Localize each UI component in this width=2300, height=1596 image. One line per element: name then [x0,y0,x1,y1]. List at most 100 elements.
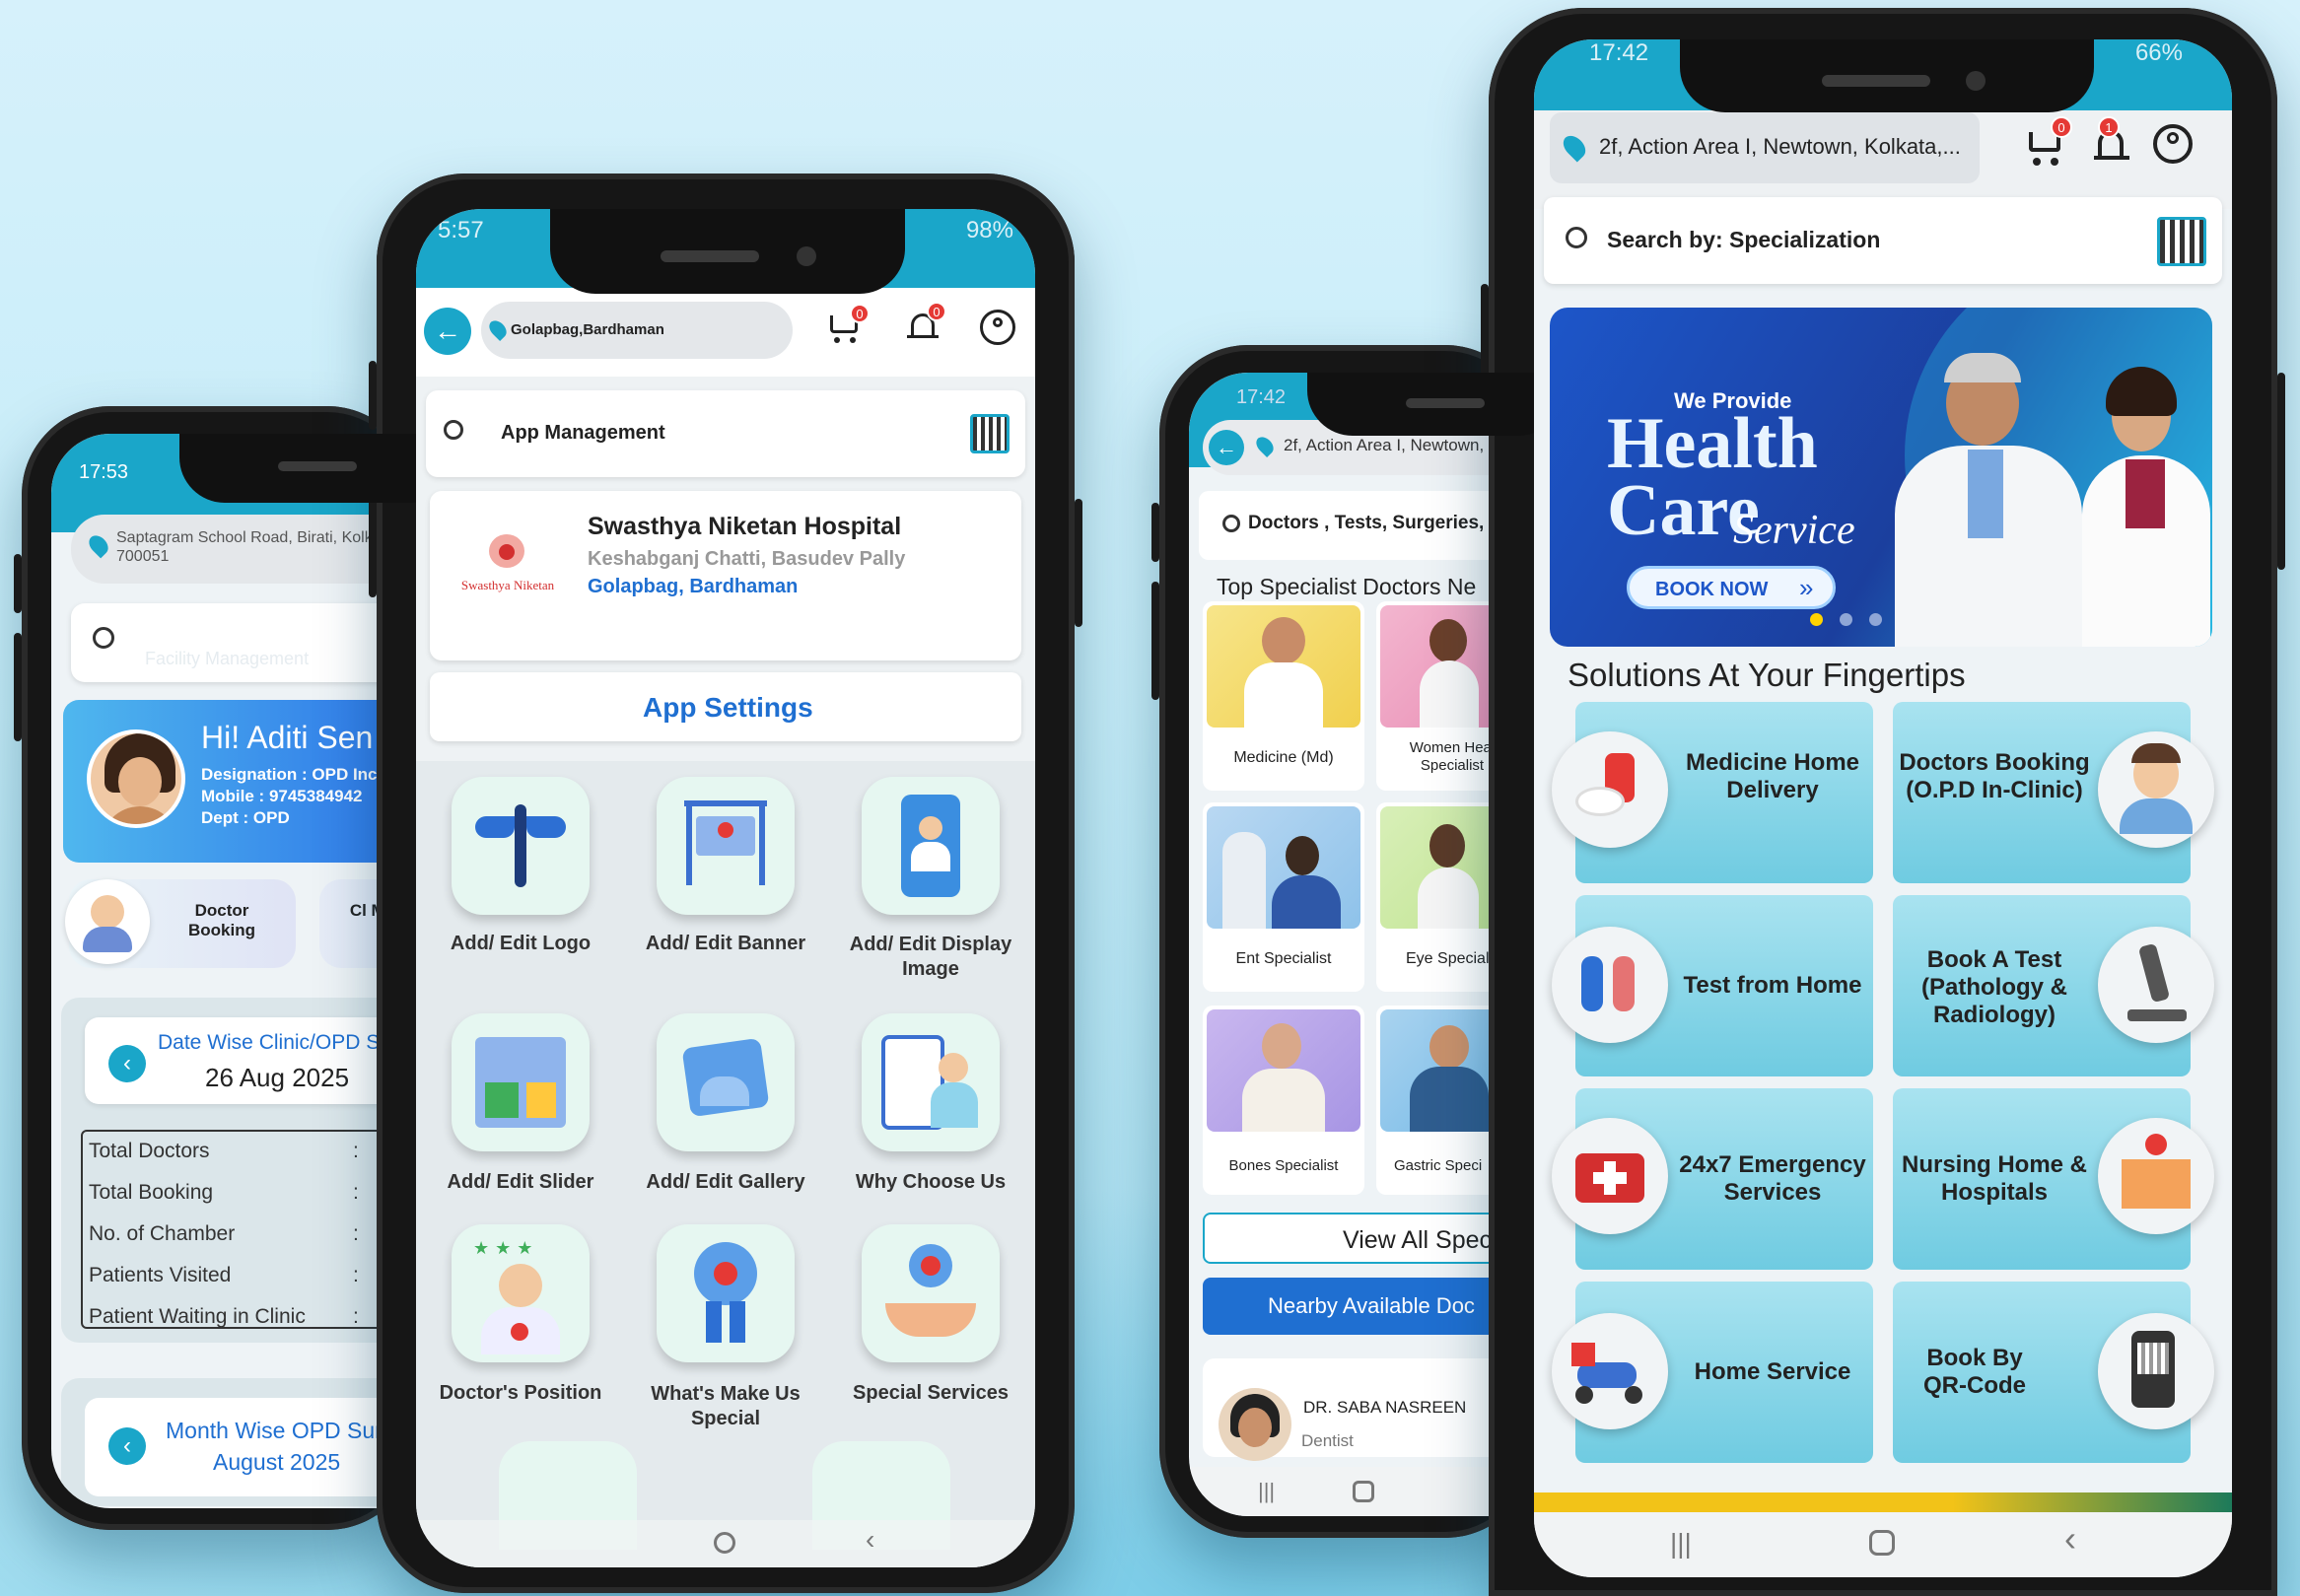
search-box[interactable]: Search by: Specialization [1544,197,2222,284]
screen: 5:57 98% ← Golapbag,Bardhaman 0 0 App Ma… [416,209,1035,1567]
back-arrow-icon[interactable]: ← [1209,430,1244,465]
app-settings-button[interactable]: App Settings [430,672,1021,741]
location-text: Saptagram School Road, Birati, Kolkata 7… [116,529,394,565]
doctor-photo [1207,605,1360,728]
tile-why-choose-us[interactable]: Why Choose Us [832,1013,1029,1211]
location-bar[interactable]: Golapbag,Bardhaman [481,302,793,359]
profile-icon[interactable] [2153,124,2193,164]
section-title: Solutions At Your Fingertips [1568,657,1966,693]
search-placeholder: Facility Management [145,649,310,668]
tile-what-makes-us-special[interactable]: What's Make Us Special [627,1224,824,1429]
doctor-card[interactable]: Medicine (Md) [1203,601,1364,791]
notch [1680,39,2094,112]
settings-grid: Add/ Edit Logo Add/ Edit Banner Add/ Edi… [416,761,1035,1567]
recents-icon[interactable]: ||| [1258,1479,1275,1504]
summary-table: Total Doctors: Total Booking: No. of Cha… [81,1130,416,1329]
chip-label: Doctor Booking [188,901,255,939]
location-bar[interactable]: 2f, Action Area I, Newtown, Kolkata,... [1550,112,1980,183]
hospital-card: Swasthya Niketan Swasthya Niketan Hospit… [430,491,1021,660]
search-icon [444,420,463,440]
banner-script: Service [1733,508,1855,553]
home-icon[interactable] [1353,1481,1374,1502]
back-arrow-icon[interactable]: ‹ [108,1045,146,1082]
promo-banner[interactable]: We Provide Health Care Service BOOK NOW … [1550,308,2212,647]
back-arrow-icon[interactable]: ← [424,308,471,355]
cart-icon[interactable]: 0 [2025,116,2072,168]
tile-label: Test from Home [1683,972,1862,999]
tile-add-edit-logo[interactable]: Add/ Edit Logo [422,777,619,984]
qr-code-icon[interactable] [2157,217,2206,266]
doctor-booking-chip[interactable]: Doctor Booking [65,879,296,968]
table-row: Patient Waiting in Clinic: [89,1305,359,1328]
bell-icon[interactable]: 1 [2090,116,2133,168]
tile-add-edit-slider[interactable]: Add/ Edit Slider [422,1013,619,1211]
banner-icon [657,777,795,915]
back-arrow-icon[interactable]: ‹ [108,1427,146,1465]
hospital-building-icon [2098,1118,2214,1234]
qr-code-icon[interactable] [970,414,1010,453]
status-time: 17:42 [1236,386,1287,408]
top-bar: ← Golapbag,Bardhaman 0 0 [416,288,1035,377]
profile-icon[interactable] [980,310,1015,345]
tile-label: Add/ Edit Gallery [646,1171,805,1193]
doctor-list-item[interactable]: DR. SABA NASREEN Dentist [1203,1358,1534,1461]
location-pin-icon [85,531,112,559]
home-icon[interactable] [714,1532,735,1554]
tile-add-edit-display-image[interactable]: Add/ Edit Display Image [832,777,1029,984]
tile-label: Book By QR-Code [1923,1345,2026,1399]
gallery-icon [657,1013,795,1151]
tile-add-edit-banner[interactable]: Add/ Edit Banner [627,777,824,984]
summary-title: Date Wise Clinic/OPD Su [158,1031,391,1054]
bell-icon[interactable]: 0 [905,302,946,347]
book-now-button[interactable]: BOOK NOW » [1627,566,1836,609]
doctor-card[interactable]: Bones Specialist [1203,1006,1364,1195]
cart-badge: 0 [2051,116,2072,138]
month-selector[interactable]: ‹ Month Wise OPD Sum August 2025 [85,1398,416,1496]
location-text: 2f, Action Area I, Newtown, Kolkata,... [1599,134,1961,159]
home-icon[interactable] [1869,1530,1895,1556]
side-button [1151,582,1159,700]
hospital-logo: Swasthya Niketan [453,534,562,603]
care-hand-icon [862,1224,1000,1362]
screen: 17:53 Saptagram School Road, Birati, Kol… [51,434,416,1508]
doctor-card-label: Bones Specialist [1228,1157,1339,1174]
search-box[interactable]: Doctors , Tests, Surgeries, [1199,491,1534,560]
search-icon [1566,227,1587,248]
chevron-right-icon: » [1799,573,1814,602]
mobile: Mobile : 9745384942 [201,787,363,805]
bell-badge: 1 [2098,116,2120,138]
table-row: Total Booking: [89,1181,359,1204]
location-bar[interactable]: Saptagram School Road, Birati, Kolkata 7… [71,515,416,584]
back-icon[interactable]: ‹ [2064,1518,2076,1560]
doctor-photo [1207,806,1360,929]
tile-label: Special Services [853,1382,1009,1404]
recents-icon[interactable]: ||| [1670,1528,1692,1560]
doctor-name: DR. SABA NASREEN [1303,1398,1467,1417]
hospital-name: Swasthya Niketan Hospital [588,513,902,540]
view-all-button[interactable]: View All Spec [1203,1213,1534,1264]
doctor-card[interactable]: Ent Specialist [1203,802,1364,992]
hospital-address: Keshabganj Chatti, Basudev Pally [588,548,906,570]
phone-app-management: 5:57 98% ← Golapbag,Bardhaman 0 0 App Ma… [369,173,1082,1593]
location-text: Golapbag,Bardhaman [511,321,664,338]
doctor-avatar [1219,1388,1291,1461]
tile-doctors-position[interactable]: ★★★ Doctor's Position [422,1224,619,1422]
location-pin-icon [1252,433,1278,458]
back-icon[interactable]: ‹ [866,1524,874,1556]
doctor-icon [2098,731,2214,848]
nearby-doctors-button[interactable]: Nearby Available Doc [1203,1278,1534,1335]
avatar [87,729,185,828]
tile-add-edit-gallery[interactable]: Add/ Edit Gallery [627,1013,824,1211]
cart-icon[interactable]: 0 [826,304,870,345]
android-nav-bar: ||| ‹ [1534,1512,2232,1577]
search-text: Doctors , Tests, Surgeries, [1248,513,1485,533]
search-box[interactable]: Facility Management [71,603,416,682]
tile-label: Add/ Edit Slider [447,1171,594,1193]
tile-label: What's Make Us Special [651,1383,801,1429]
search-text: App Management [501,422,665,444]
date-selector[interactable]: ‹ Date Wise Clinic/OPD Su 26 Aug 2025 [85,1017,416,1104]
tile-special-services[interactable]: Special Services [832,1224,1029,1422]
location-pin-icon [485,316,511,342]
android-nav-bar: ||| [1189,1467,1534,1516]
search-box[interactable]: App Management [426,390,1025,477]
